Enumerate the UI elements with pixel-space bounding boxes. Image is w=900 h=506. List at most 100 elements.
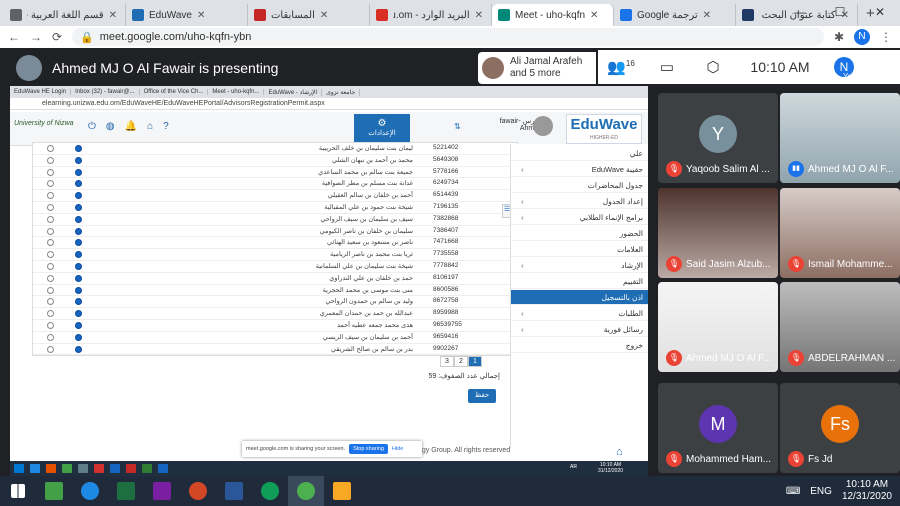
notification-icon[interactable]: 🔔	[125, 121, 137, 132]
firefox-icon[interactable]	[46, 464, 56, 473]
radio-allow[interactable]	[75, 333, 82, 341]
sidebar-item[interactable]: التقييم	[511, 274, 648, 289]
radio-deny[interactable]	[47, 180, 54, 188]
lang-indicator[interactable]: ENG	[810, 486, 832, 497]
power-icon[interactable]: ⏻	[88, 121, 96, 132]
ie-icon[interactable]	[30, 464, 40, 473]
radio-allow[interactable]	[75, 286, 82, 294]
close-tab-icon[interactable]: ✕	[703, 10, 711, 21]
chrome-icon[interactable]	[62, 464, 72, 473]
menu-icon[interactable]: ⋮	[880, 30, 892, 44]
chat-icon[interactable]: ▭	[644, 58, 690, 76]
radio-allow[interactable]	[75, 239, 82, 247]
maximize-icon[interactable]: ☐	[820, 0, 860, 26]
sidebar-item[interactable]: حقيبة EduWave ‹	[511, 162, 648, 177]
sidebar-item[interactable]: اذن بالتسجيل	[511, 290, 648, 305]
save-button[interactable]: حفظ	[468, 389, 496, 403]
radio-deny[interactable]	[47, 145, 54, 152]
participants-preview[interactable]: Ali Jamal Arafeh and 5 more	[478, 52, 596, 84]
browser-tab[interactable]: Meet - uho-kqfn ✕	[492, 4, 614, 26]
radio-deny[interactable]	[47, 298, 54, 306]
sidebar-item[interactable]: الإرشاد ‹	[511, 258, 648, 273]
participant-tile[interactable]: Y 🎙 Yaqoob Salim Al ...	[658, 93, 778, 183]
radio-deny[interactable]	[47, 251, 54, 259]
sidebar-item[interactable]: إعداد الجدول ‹	[511, 194, 648, 209]
close-tab-icon[interactable]: ✕	[197, 10, 205, 21]
excel-icon[interactable]	[142, 464, 152, 473]
inner-tab[interactable]: Meet - uho-kqfn...	[208, 89, 265, 95]
page-button[interactable]: 2	[454, 356, 468, 367]
chrome-taskbar-icon[interactable]	[288, 476, 324, 506]
radio-deny[interactable]	[47, 310, 54, 318]
sidebar-item[interactable]: برامج الإنماء الطلابي ‹	[511, 210, 648, 225]
close-window-icon[interactable]: ✕	[860, 0, 900, 26]
participant-tile[interactable]: Fs 🎙 Fs Jd	[780, 383, 900, 473]
radio-allow[interactable]	[75, 192, 82, 200]
people-icon[interactable]: 👥16	[598, 58, 644, 76]
start-icon[interactable]	[0, 476, 36, 506]
back-icon[interactable]: ←	[8, 30, 20, 44]
close-tab-icon[interactable]: ✕	[109, 10, 117, 21]
keyboard-icon[interactable]: ⌨	[786, 486, 800, 497]
radio-deny[interactable]	[47, 263, 54, 270]
participant-tile[interactable]: ▮▮ Ahmed MJ O Al F...	[780, 93, 900, 183]
ie-taskbar-icon[interactable]	[72, 476, 108, 506]
hide-button[interactable]: Hide	[392, 446, 403, 452]
sidebar-item[interactable]: الحضور	[511, 226, 648, 241]
page-button[interactable]: 3	[440, 356, 454, 367]
sidebar-item[interactable]: جدول المحاضرات	[511, 178, 648, 193]
radio-allow[interactable]	[75, 322, 82, 329]
onenote-taskbar-icon[interactable]	[144, 476, 180, 506]
pdf-icon[interactable]	[94, 464, 104, 473]
word-icon[interactable]	[110, 464, 120, 473]
profile-avatar[interactable]: N	[854, 29, 870, 45]
radio-deny[interactable]	[47, 156, 54, 164]
activities-icon[interactable]: ⬡	[690, 58, 736, 76]
reload-icon[interactable]: ⟳	[52, 30, 62, 44]
powerpoint-icon[interactable]	[126, 464, 136, 473]
radio-deny[interactable]	[47, 286, 54, 294]
extensions-icon[interactable]: ✱	[834, 30, 844, 44]
browser-tab[interactable]: ✕ المسابقات	[248, 4, 370, 26]
url-field[interactable]: 🔒 meet.google.com/uho-kqfn-ybn	[72, 28, 824, 46]
radio-deny[interactable]	[47, 274, 54, 282]
radio-allow[interactable]	[75, 251, 82, 259]
radio-allow[interactable]	[75, 168, 82, 176]
browser-tab[interactable]: ✕ EduWave	[126, 4, 248, 26]
inner-tab[interactable]: Inbox (32) - fawair@...	[71, 89, 140, 95]
radio-allow[interactable]	[75, 227, 82, 235]
inner-tab[interactable]: EduWave HE Login	[10, 89, 72, 95]
inner-tab[interactable]: EduWave - الإرشاد	[264, 88, 323, 96]
globe-icon[interactable]: ◍	[106, 121, 115, 132]
radio-deny[interactable]	[47, 192, 54, 200]
participant-tile[interactable]: 🎙 ABDELRAHMAN ...	[780, 282, 900, 372]
radio-allow[interactable]	[75, 180, 82, 188]
radio-allow[interactable]	[75, 298, 82, 306]
edge-taskbar-icon[interactable]	[252, 476, 288, 506]
browser-tab[interactable]: ✕ قسم اللغة العربية - جا	[4, 4, 126, 26]
radio-deny[interactable]	[47, 168, 54, 176]
radio-allow[interactable]	[75, 274, 82, 282]
home-icon[interactable]: ⌂	[147, 121, 153, 132]
inner-tab[interactable]: Office of the Vice Ch...	[140, 89, 209, 95]
folder-taskbar-icon[interactable]	[324, 476, 360, 506]
radio-allow[interactable]	[75, 204, 82, 211]
sidebar-item[interactable]: رسائل فورية ‹	[511, 322, 648, 337]
radio-deny[interactable]	[47, 227, 54, 235]
inner-tab[interactable]: جامعة نزوى	[322, 88, 361, 96]
radio-allow[interactable]	[75, 145, 82, 152]
participant-tile[interactable]: 🎙 Said Jasim Alzub...	[658, 188, 778, 278]
minimize-icon[interactable]: —	[780, 0, 820, 26]
word-icon-2[interactable]	[158, 464, 168, 473]
radio-deny[interactable]	[47, 239, 54, 247]
system-clock[interactable]: 10:10 AM 12/31/2020	[842, 479, 892, 503]
close-tab-icon[interactable]: ✕	[475, 10, 483, 21]
browser-tab[interactable]: ✕ البريد الوارد - a.edu.om	[370, 4, 492, 26]
sidebar-item[interactable]: علي	[511, 146, 648, 161]
sidebar-item[interactable]: خروج	[511, 338, 648, 353]
radio-allow[interactable]	[75, 263, 82, 270]
forward-icon[interactable]: →	[30, 30, 42, 44]
powerpoint-taskbar-icon[interactable]	[180, 476, 216, 506]
help-icon[interactable]: ?	[163, 121, 169, 132]
close-tab-icon[interactable]: ✕	[590, 10, 598, 21]
